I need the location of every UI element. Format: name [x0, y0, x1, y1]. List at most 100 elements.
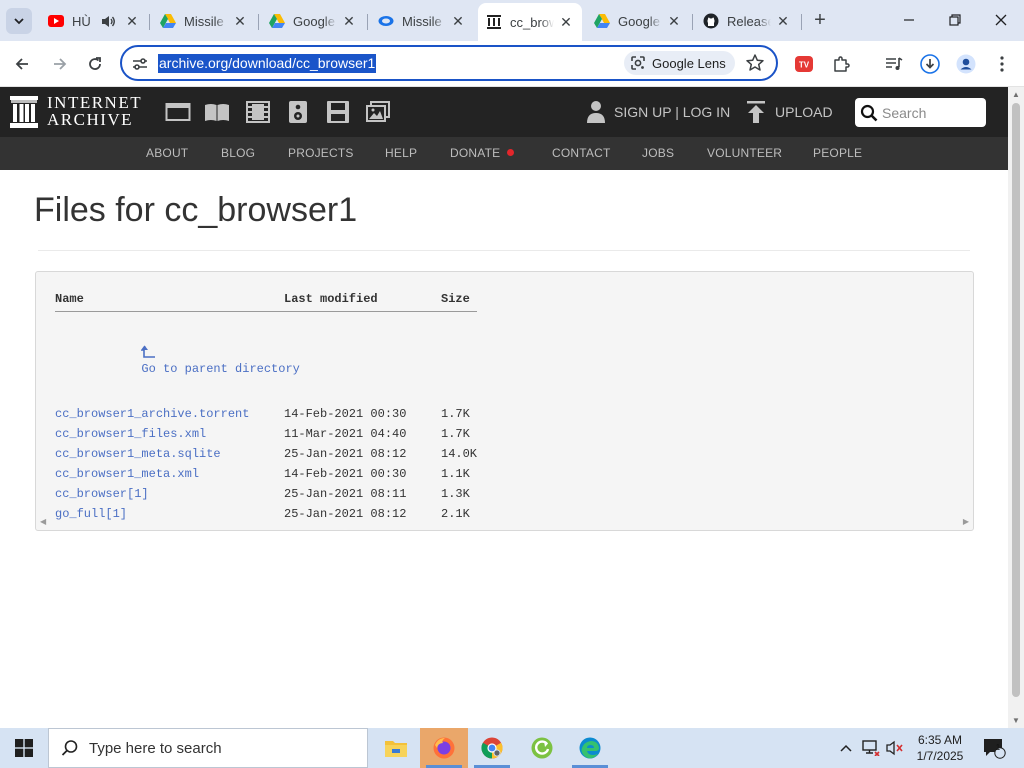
archive-search-box[interactable] — [855, 98, 986, 127]
close-tab-icon[interactable]: ✕ — [558, 14, 574, 30]
nav-blog[interactable]: BLOG — [221, 146, 255, 160]
table-row: cc_browser[1] 25-Jan-2021 08:11 1.3K — [55, 484, 477, 504]
start-button[interactable] — [0, 728, 48, 768]
download-icon[interactable] — [918, 52, 942, 76]
tab-youtube[interactable]: HÙ ✕ — [40, 6, 148, 36]
scrollbar-thumb[interactable] — [1012, 103, 1020, 697]
archive-search-input[interactable] — [882, 103, 980, 122]
new-tab-button[interactable]: + — [808, 9, 832, 33]
chrome-button[interactable] — [468, 728, 516, 768]
nav-help[interactable]: HELP — [385, 146, 417, 160]
internet-archive-logo-icon[interactable] — [10, 96, 38, 133]
column-header-modified[interactable]: Last modified — [284, 292, 441, 311]
svg-text:TV: TV — [799, 61, 810, 70]
show-hidden-icons-button[interactable] — [836, 728, 856, 768]
bookmark-star-icon[interactable] — [745, 53, 765, 73]
restore-button[interactable] — [932, 6, 978, 34]
web-icon[interactable] — [165, 100, 191, 124]
scroll-left-arrow-icon[interactable]: ◀ — [40, 517, 46, 526]
file-link[interactable]: cc_browser1_meta.sqlite — [55, 447, 221, 461]
edge-button[interactable] — [566, 728, 614, 768]
close-icon — [995, 14, 1007, 26]
close-tab-icon[interactable]: ✕ — [450, 13, 466, 29]
tab-github[interactable]: Releases ✕ — [695, 6, 799, 36]
file-link[interactable]: cc_browser1_files.xml — [55, 427, 206, 441]
file-modified: 11-Mar-2021 04:40 — [284, 427, 407, 441]
forward-button[interactable] — [46, 50, 74, 78]
tab-search-button[interactable] — [6, 8, 32, 34]
tab-title: cc_browser1 — [510, 14, 554, 30]
close-window-button[interactable] — [978, 6, 1024, 34]
close-tab-icon[interactable]: ✕ — [666, 13, 682, 29]
tv-extension-icon[interactable]: TV — [792, 52, 816, 76]
speaker-icon[interactable] — [101, 13, 117, 29]
nav-jobs[interactable]: JOBS — [642, 146, 674, 160]
url-text[interactable]: archive.org/download/cc_browser1 — [158, 54, 377, 73]
chrome-icon — [481, 737, 503, 759]
nav-contact[interactable]: CONTACT — [552, 146, 611, 160]
page-scrollbar[interactable]: ▲ ▼ — [1008, 87, 1024, 728]
parent-directory-link[interactable]: Go to parent directory — [55, 345, 300, 390]
nav-donate[interactable]: DONATE — [450, 146, 515, 160]
scroll-down-arrow-icon[interactable]: ▼ — [1012, 716, 1020, 725]
search-icon — [860, 104, 878, 122]
refresh-circle-app-icon — [531, 737, 553, 759]
tab-drive-1[interactable]: Missile ✕ — [152, 6, 256, 36]
tab-archive-active[interactable]: cc_browser1 ✕ — [478, 3, 582, 41]
texts-book-icon[interactable] — [204, 100, 230, 124]
profile-avatar-icon[interactable] — [954, 52, 978, 76]
network-icon — [862, 740, 880, 756]
google-lens-chip[interactable]: Google Lens — [624, 51, 735, 75]
chrome-menu-icon[interactable] — [990, 52, 1014, 76]
back-button[interactable] — [8, 50, 36, 78]
scroll-right-arrow-icon[interactable]: ▶ — [963, 517, 969, 526]
video-film-icon[interactable] — [245, 100, 271, 124]
tab-separator — [258, 14, 259, 30]
extensions-puzzle-icon[interactable] — [829, 52, 853, 76]
file-explorer-button[interactable] — [372, 728, 420, 768]
images-icon[interactable] — [365, 100, 391, 124]
sign-up-login-link[interactable]: SIGN UP | LOG IN — [586, 99, 730, 125]
software-floppy-icon[interactable] — [325, 100, 351, 124]
taskbar-clock[interactable]: 6:35 AM 1/7/2025 — [900, 732, 980, 764]
nav-volunteer[interactable]: VOLUNTEER — [707, 146, 782, 160]
scroll-up-arrow-icon[interactable]: ▲ — [1012, 90, 1020, 99]
parent-directory-arrow-icon — [140, 345, 156, 358]
upload-label: UPLOAD — [775, 104, 833, 120]
site-info-icon[interactable] — [131, 55, 149, 73]
close-tab-icon[interactable]: ✕ — [775, 13, 791, 29]
address-bar[interactable]: archive.org/download/cc_browser1 Google … — [120, 45, 778, 81]
tab-missile[interactable]: Missile ✕ — [370, 6, 474, 36]
tab-separator — [692, 14, 693, 30]
tab-drive-3[interactable]: Google ✕ — [586, 6, 690, 36]
internet-archive-wordmark[interactable]: INTERNET ARCHIVE — [47, 94, 147, 128]
close-tab-icon[interactable]: ✕ — [124, 13, 140, 29]
upload-link[interactable]: UPLOAD — [746, 99, 833, 125]
notifications-button[interactable]: 1 — [980, 728, 1008, 768]
nav-projects[interactable]: PROJECTS — [288, 146, 354, 160]
file-link[interactable]: cc_browser1_archive.torrent — [55, 407, 249, 421]
file-link[interactable]: go_full[1] — [55, 507, 127, 521]
minimize-button[interactable] — [886, 6, 932, 34]
nav-about[interactable]: ABOUT — [146, 146, 188, 160]
reload-button[interactable] — [81, 50, 109, 78]
nav-people[interactable]: PEOPLE — [813, 146, 862, 160]
taskbar-search-box[interactable]: Type here to search — [48, 728, 368, 768]
parent-directory-label: Go to parent directory — [141, 362, 300, 376]
file-link[interactable]: cc_browser[1] — [55, 487, 149, 501]
media-control-icon[interactable] — [882, 52, 906, 76]
green-app-button[interactable] — [518, 728, 566, 768]
file-listing-box: Name Last modified Size Go to parent dir… — [35, 271, 974, 531]
network-button[interactable] — [860, 728, 882, 768]
firefox-button[interactable] — [420, 728, 468, 768]
close-tab-icon[interactable]: ✕ — [341, 13, 357, 29]
tab-title: Missile — [184, 13, 224, 29]
table-row: cc_browser1_files.xml 11-Mar-2021 04:40 … — [55, 424, 477, 444]
missile-app-icon — [378, 13, 394, 29]
column-header-size[interactable]: Size — [441, 292, 477, 311]
tab-drive-2[interactable]: Google ✕ — [261, 6, 365, 36]
file-link[interactable]: cc_browser1_meta.xml — [55, 467, 199, 481]
audio-speaker-icon[interactable] — [285, 100, 311, 124]
column-header-name[interactable]: Name — [55, 292, 284, 311]
close-tab-icon[interactable]: ✕ — [232, 13, 248, 29]
